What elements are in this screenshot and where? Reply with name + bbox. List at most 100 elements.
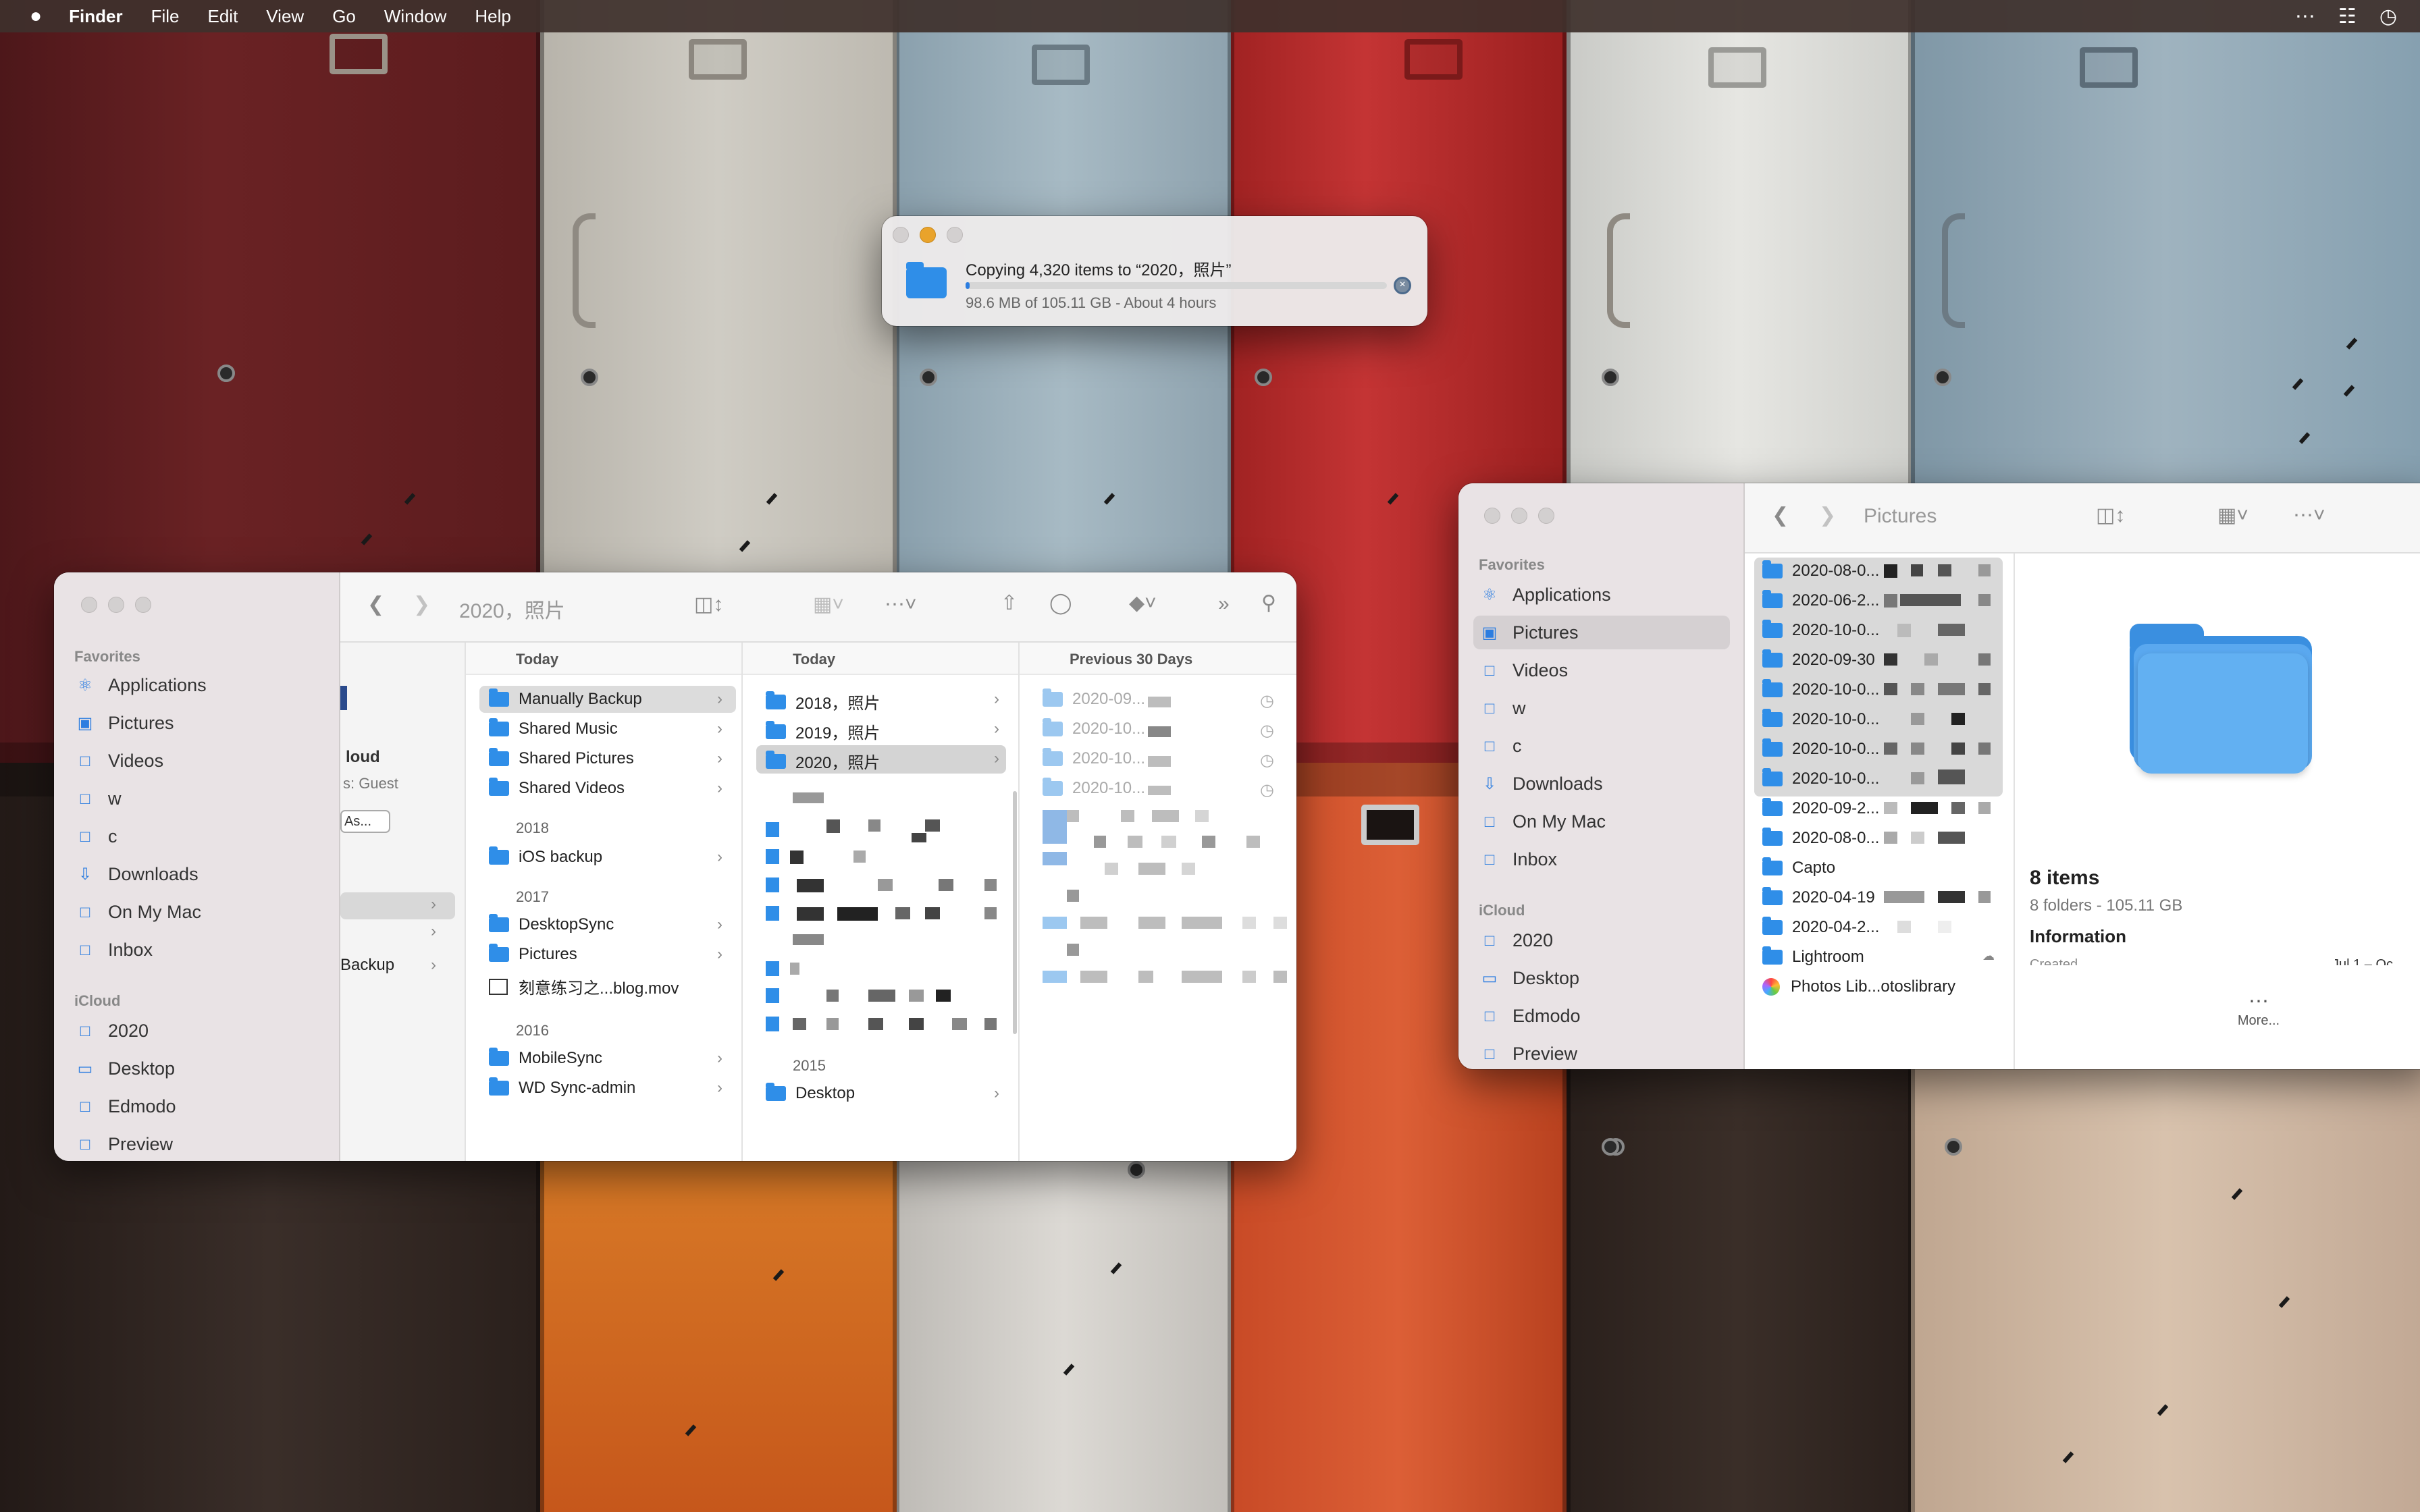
list-item-shared-videos[interactable]: Shared Videos [489, 778, 625, 798]
sidebar-item-edmodo[interactable]: □ Edmodo [76, 1096, 176, 1117]
list-item-shared-pictures[interactable]: Shared Pictures [489, 748, 634, 768]
file-item[interactable]: 2020-08-0... [1762, 560, 1879, 580]
sidebar-item-videos[interactable]: □ Videos [76, 751, 163, 772]
list-item-shared-music[interactable]: Shared Music [489, 718, 618, 738]
back-icon[interactable]: ❮ [367, 593, 384, 616]
list-item-copying[interactable]: 2020-10... [1043, 718, 1145, 738]
scrollbar[interactable] [1013, 791, 1017, 1034]
sidebar-item-edmodo[interactable]: □ Edmodo [1480, 1006, 1581, 1027]
sidebar-item-downloads[interactable]: ⇩ Downloads [1480, 774, 1603, 794]
zoom-button[interactable] [135, 597, 151, 613]
list-item-ios-backup[interactable]: iOS backup [489, 846, 602, 867]
sidebar-item-preview[interactable]: □ Preview [1480, 1044, 1577, 1064]
list-item-2018-photos[interactable]: 2018，照片 [766, 690, 880, 713]
file-item[interactable]: 2020-06-2... [1762, 590, 1879, 610]
list-item-2020-photos[interactable]: 2020，照片 [766, 749, 880, 773]
backup-row[interactable]: Backup [340, 956, 394, 975]
file-item[interactable]: 2020-08-0... [1762, 828, 1879, 848]
close-button[interactable] [1484, 508, 1500, 524]
minimize-button[interactable] [1511, 508, 1527, 524]
list-item-copying[interactable]: 2020-10... [1043, 748, 1145, 768]
sidebar-item-inbox[interactable]: □ Inbox [1480, 849, 1557, 870]
sidebar-item-c[interactable]: □ c [1480, 736, 1522, 757]
list-item-2019-photos[interactable]: 2019，照片 [766, 720, 880, 743]
sidebar-item-w[interactable]: □ w [1480, 698, 1526, 719]
sidebar-item-desktop[interactable]: ▭ Desktop [76, 1058, 175, 1079]
sidebar-item-on-my-mac[interactable]: □ On My Mac [1480, 811, 1606, 832]
sidebar-item-on-my-mac[interactable]: □ On My Mac [76, 902, 201, 923]
dropbox-icon[interactable]: ◆˅ [1129, 591, 1157, 615]
menu-view[interactable]: View [266, 6, 304, 27]
menu-file[interactable]: File [151, 6, 180, 27]
sidebar-item-pictures[interactable]: ▣ Pictures [76, 713, 174, 734]
more-button[interactable]: ⋯ More... [2228, 990, 2289, 1029]
folder-icon [766, 750, 786, 769]
file-item-photos-library[interactable]: Photos Lib...otoslibrary [1762, 977, 1955, 996]
share-icon[interactable]: ⇧ [1001, 591, 1018, 615]
group-icon[interactable]: ▦˅ [2217, 504, 2248, 527]
file-item[interactable]: 2020-10-0... [1762, 768, 1879, 788]
more-icon[interactable]: ⋯ [2295, 5, 2315, 28]
sidebar-item-applications[interactable]: ⚛ Applications [1480, 585, 1610, 605]
forward-icon[interactable]: ❯ [1819, 504, 1836, 527]
list-item-video-file[interactable]: 刻意练习之...blog.mov [489, 975, 679, 998]
sidebar-item-2020[interactable]: □ 2020 [1480, 930, 1553, 951]
sidebar-item-pictures[interactable]: ▣ Pictures [1480, 622, 1579, 643]
sidebar-item-2020[interactable]: □ 2020 [76, 1021, 149, 1042]
sidebar-item-videos[interactable]: □ Videos [1480, 660, 1568, 681]
file-item[interactable]: 2020-04-19 [1762, 887, 1875, 907]
file-item[interactable]: 2020-09-2... [1762, 798, 1879, 818]
forward-icon[interactable]: ❯ [413, 593, 430, 616]
apple-menu-icon[interactable]: ● [30, 5, 42, 28]
zoom-button[interactable] [1538, 508, 1554, 524]
file-item[interactable]: 2020-09-30 [1762, 649, 1875, 670]
sidebar-item-w[interactable]: □ w [76, 788, 122, 809]
column-view-icon[interactable]: ◫↕ [694, 593, 723, 616]
file-item[interactable]: 2020-10-0... [1762, 679, 1879, 699]
more-toolbar-icon[interactable]: » [1218, 593, 1230, 616]
menu-go[interactable]: Go [332, 6, 356, 27]
list-item-desktop[interactable]: Desktop [766, 1083, 855, 1103]
group-icon[interactable]: ▦˅ [813, 593, 844, 616]
sidebar-item-downloads[interactable]: ⇩ Downloads [76, 864, 199, 885]
column-view-icon[interactable]: ◫↕ [2096, 504, 2125, 527]
list-item-wd-sync-admin[interactable]: WD Sync-admin [489, 1077, 635, 1098]
minimize-button[interactable] [108, 597, 124, 613]
list-item-manually-backup[interactable]: Manually Backup [489, 688, 642, 709]
back-icon[interactable]: ❮ [1772, 504, 1789, 527]
file-item[interactable]: 2020-10-0... [1762, 738, 1879, 759]
list-item-mobilesync[interactable]: MobileSync [489, 1048, 602, 1068]
zoom-button[interactable] [947, 227, 963, 243]
search-icon[interactable]: ⚲ [1261, 591, 1276, 615]
menu-edit[interactable]: Edit [207, 6, 238, 27]
menu-app-name[interactable]: Finder [69, 6, 122, 27]
list-item-copying[interactable]: 2020-10... [1043, 778, 1145, 798]
file-item[interactable]: 2020-04-2... [1762, 917, 1879, 937]
sidebar-item-inbox[interactable]: □ Inbox [76, 940, 153, 961]
menu-window[interactable]: Window [384, 6, 446, 27]
file-item[interactable]: 2020-10-0... [1762, 709, 1879, 729]
tag-icon[interactable]: ◯ [1049, 591, 1072, 615]
list-item-desktopsync[interactable]: DesktopSync [489, 914, 614, 934]
sidebar-item-applications[interactable]: ⚛ Applications [76, 675, 206, 696]
sidebar-item-c[interactable]: □ c [76, 826, 117, 847]
action-icon[interactable]: ⋯˅ [2293, 504, 2325, 527]
list-item-copying[interactable]: 2020-09... [1043, 688, 1145, 709]
close-button[interactable] [81, 597, 97, 613]
menu-help[interactable]: Help [475, 6, 510, 27]
stop-icon[interactable]: × [1394, 277, 1411, 294]
copy-title: Copying 4,320 items to “2020，照片” [966, 261, 1232, 279]
clock-icon[interactable]: ◷ [2379, 5, 2397, 28]
file-item[interactable]: Lightroom [1762, 946, 1864, 967]
column-0-selected-row[interactable] [340, 892, 455, 919]
sidebar-item-preview[interactable]: □ Preview [76, 1134, 173, 1155]
as-button[interactable]: As... [340, 810, 390, 833]
close-button[interactable] [893, 227, 909, 243]
list-item-pictures[interactable]: Pictures [489, 944, 577, 964]
action-icon[interactable]: ⋯˅ [885, 593, 917, 616]
minimize-button[interactable] [920, 227, 936, 243]
file-item[interactable]: Capto [1762, 857, 1835, 878]
file-item[interactable]: 2020-10-0... [1762, 620, 1879, 640]
control-center-icon[interactable]: ☷ [2338, 5, 2357, 28]
sidebar-item-desktop[interactable]: ▭ Desktop [1480, 968, 1579, 989]
